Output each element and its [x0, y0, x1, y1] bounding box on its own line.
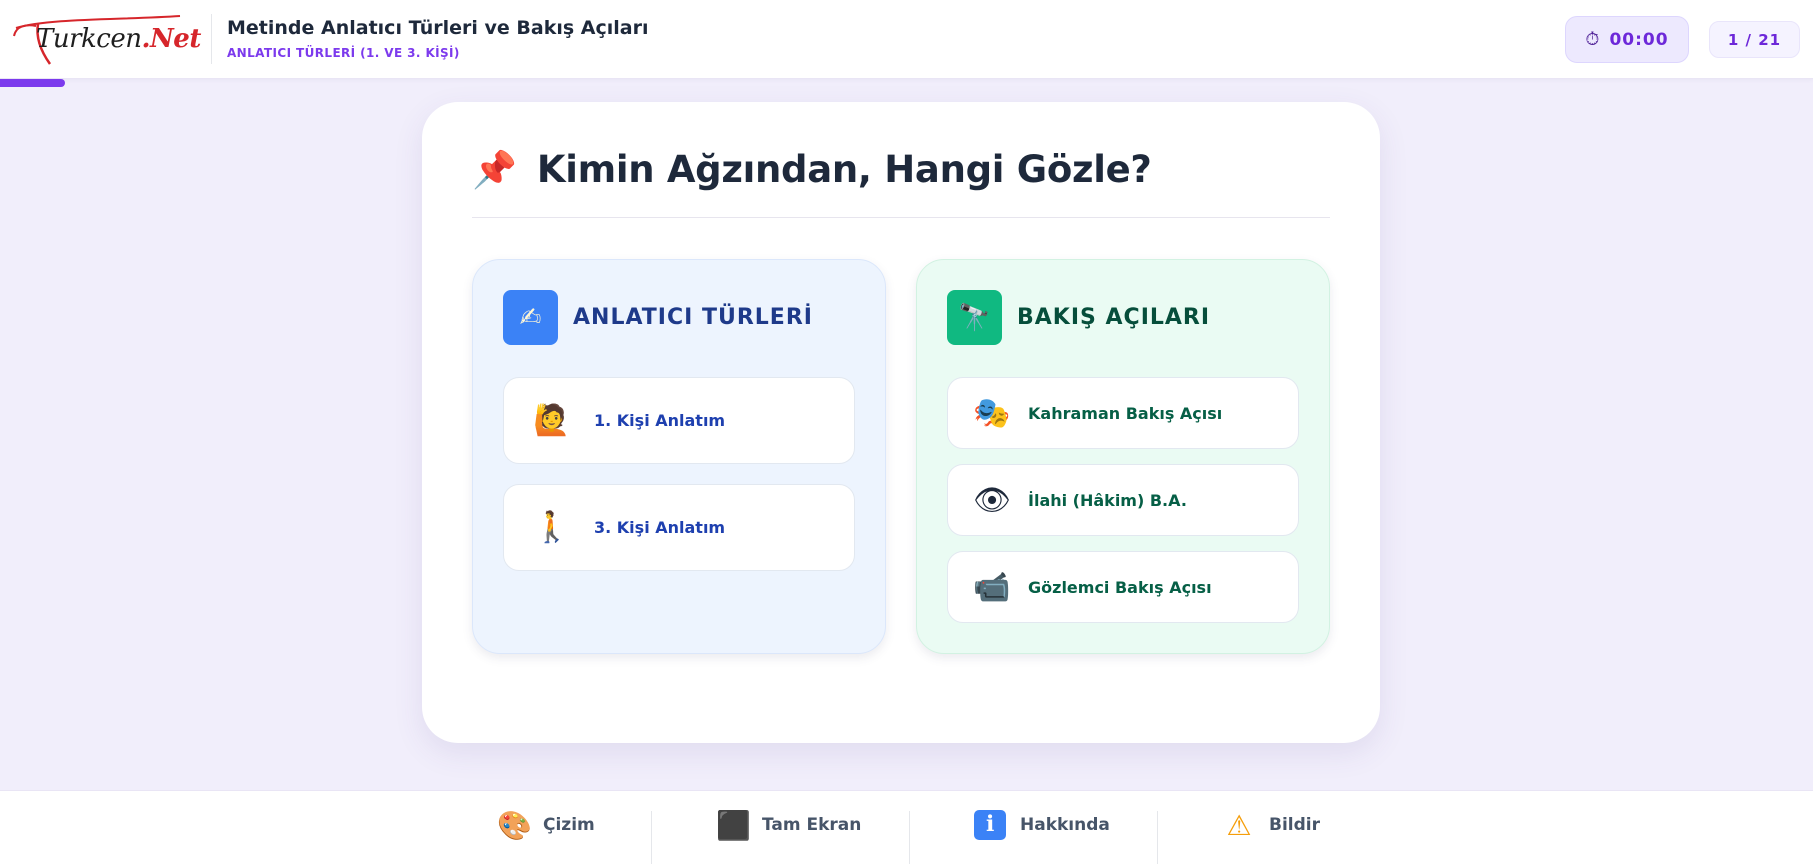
video-camera-icon: 📹 — [973, 569, 1011, 605]
item-label: 1. Kişi Anlatım — [594, 411, 726, 430]
header-divider — [211, 14, 212, 64]
info-icon: ℹ — [974, 810, 1006, 840]
narrator-types-panel: ✍ ANLATICI TÜRLERİ 🙋 1. Kişi Anlatım 🚶 3… — [472, 259, 886, 654]
panel-title: BAKIŞ AÇILARI — [1017, 305, 1211, 330]
footer-label: Hakkında — [1020, 815, 1110, 835]
footer-label: Bildir — [1269, 815, 1320, 835]
footer-divider — [909, 811, 910, 864]
panel-header: 🔭 BAKIŞ AÇILARI — [947, 290, 1210, 345]
list-item-hero-pov[interactable]: 🎭 Kahraman Bakış Açısı — [947, 377, 1299, 449]
person-walking-icon: 🚶 — [533, 510, 571, 545]
card-divider — [472, 217, 1330, 218]
about-button[interactable]: ℹ Hakkında — [974, 805, 1110, 845]
section-subtitle: ANLATICI TÜRLERİ (1. VE 3. KİŞİ) — [227, 46, 460, 60]
palette-icon: 🎨 — [497, 808, 532, 842]
pushpin-icon: 📌 — [472, 149, 517, 191]
list-item-first-person[interactable]: 🙋 1. Kişi Anlatım — [503, 377, 855, 464]
drawing-button[interactable]: 🎨 Çizim — [497, 805, 595, 845]
fullscreen-square-icon: ⬛ — [716, 808, 751, 842]
page-title: Metinde Anlatıcı Türleri ve Bakış Açılar… — [227, 17, 649, 39]
logo-part-1: Turkcen — [36, 24, 142, 54]
item-label: Gözlemci Bakış Açısı — [1028, 577, 1212, 597]
eye-icon: 👁 — [972, 482, 1012, 518]
fullscreen-button[interactable]: ⬛ Tam Ekran — [716, 805, 861, 845]
warning-icon: ⚠ — [1226, 808, 1252, 842]
stopwatch-icon: ⏱ — [1585, 29, 1600, 50]
card-heading: 📌 Kimin Ağzından, Hangi Gözle? — [472, 148, 1152, 191]
turkcen-logo[interactable]: Turkcen.Net — [10, 14, 201, 66]
list-item-third-person[interactable]: 🚶 3. Kişi Anlatım — [503, 484, 855, 571]
report-button[interactable]: ⚠ Bildir — [1223, 805, 1320, 845]
logo-part-2: .Net — [141, 24, 201, 54]
panel-header: ✍ ANLATICI TÜRLERİ — [503, 290, 813, 345]
list-item-omniscient-pov[interactable]: 👁 İlahi (Hâkim) B.A. — [947, 464, 1299, 536]
item-label: İlahi (Hâkim) B.A. — [1028, 490, 1187, 510]
theater-masks-icon: 🎭 — [973, 395, 1011, 431]
points-of-view-panel: 🔭 BAKIŞ AÇILARI 🎭 Kahraman Bakış Açısı 👁… — [916, 259, 1330, 654]
person-raising-hand-icon: 🙋 — [533, 403, 571, 438]
timer[interactable]: ⏱ 00:00 — [1565, 16, 1689, 63]
telescope-icon: 🔭 — [947, 290, 1002, 345]
item-label: 3. Kişi Anlatım — [594, 518, 726, 537]
panel-title: ANLATICI TÜRLERİ — [573, 305, 813, 330]
footer-divider — [651, 811, 652, 864]
content-card: 📌 Kimin Ağzından, Hangi Gözle? ✍ ANLATIC… — [422, 102, 1380, 743]
footer-divider — [1157, 811, 1158, 864]
page-counter: 1 / 21 — [1709, 21, 1800, 58]
writing-hand-icon: ✍ — [503, 290, 558, 345]
card-title: Kimin Ağzından, Hangi Gözle? — [536, 148, 1152, 191]
footer-label: Tam Ekran — [762, 815, 862, 835]
logo-text: Turkcen.Net — [36, 24, 201, 54]
bottom-toolbar: 🎨 Çizim ⬛ Tam Ekran ℹ Hakkında ⚠ Bildir — [0, 790, 1813, 864]
item-label: Kahraman Bakış Açısı — [1028, 403, 1223, 423]
timer-value: 00:00 — [1609, 29, 1669, 50]
progress-bar — [0, 79, 65, 87]
list-item-observer-pov[interactable]: 📹 Gözlemci Bakış Açısı — [947, 551, 1299, 623]
footer-label: Çizim — [543, 815, 595, 835]
top-bar: Turkcen.Net Metinde Anlatıcı Türleri ve … — [0, 0, 1813, 79]
